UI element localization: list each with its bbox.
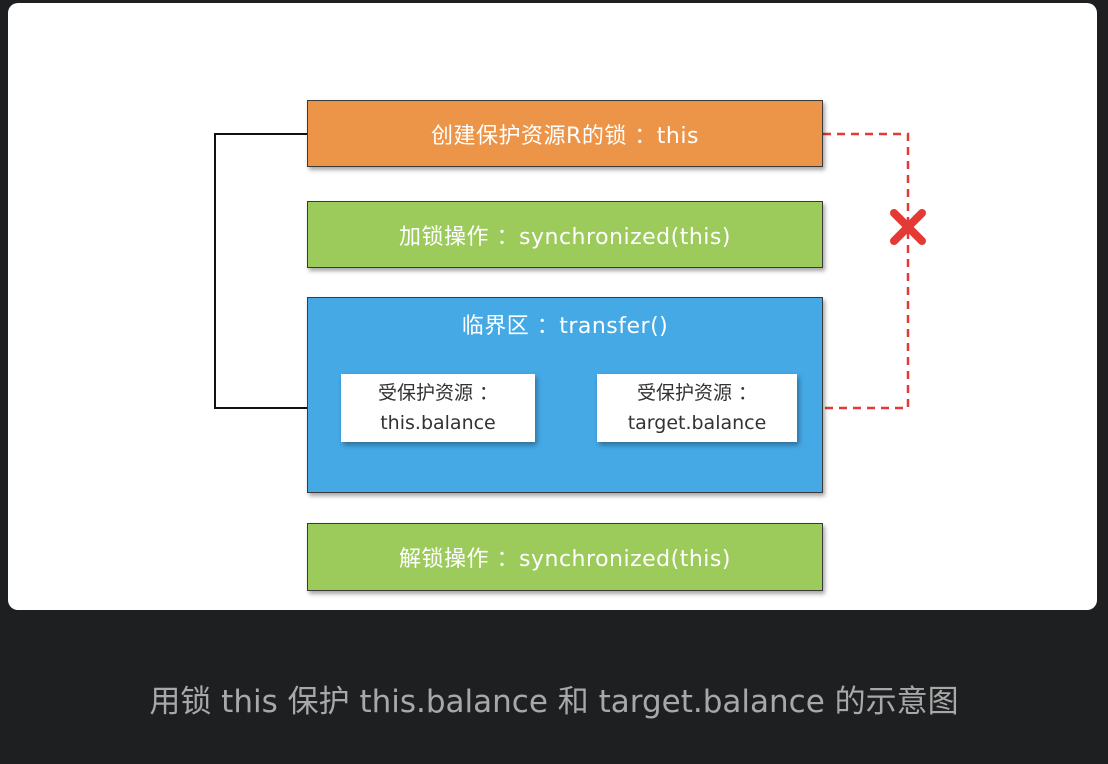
resource-target-line1: 受保护资源 ： bbox=[636, 382, 758, 404]
lock-operation-box: 加锁操作 ：synchronized(this) bbox=[307, 201, 823, 268]
unlock-operation-label: 解锁操作 ：synchronized(this) bbox=[399, 547, 731, 572]
create-lock-label: 创建保护资源R的锁 ：this bbox=[431, 123, 699, 149]
resource-this-line2: this.balance bbox=[380, 412, 496, 434]
resource-target-line2: target.balance bbox=[627, 412, 767, 434]
critical-section-label: 临界区 ：transfer() bbox=[461, 314, 669, 339]
unlock-operation-box: 解锁操作 ：synchronized(this) bbox=[307, 523, 823, 591]
create-lock-box: 创建保护资源R的锁 ：this bbox=[307, 100, 823, 167]
diagram-card: 创建保护资源R的锁 ：this 加锁操作 ：synchronized(this)… bbox=[8, 3, 1097, 610]
lock-operation-label: 加锁操作 ：synchronized(this) bbox=[399, 224, 731, 250]
figure-caption: 用锁 this 保护 this.balance 和 target.balance… bbox=[149, 684, 959, 720]
resource-target-balance: 受保护资源 ： target.balance bbox=[597, 374, 797, 442]
resource-this-balance: 受保护资源 ： this.balance bbox=[341, 374, 535, 442]
resource-this-line1: 受保护资源 ： bbox=[377, 382, 499, 404]
